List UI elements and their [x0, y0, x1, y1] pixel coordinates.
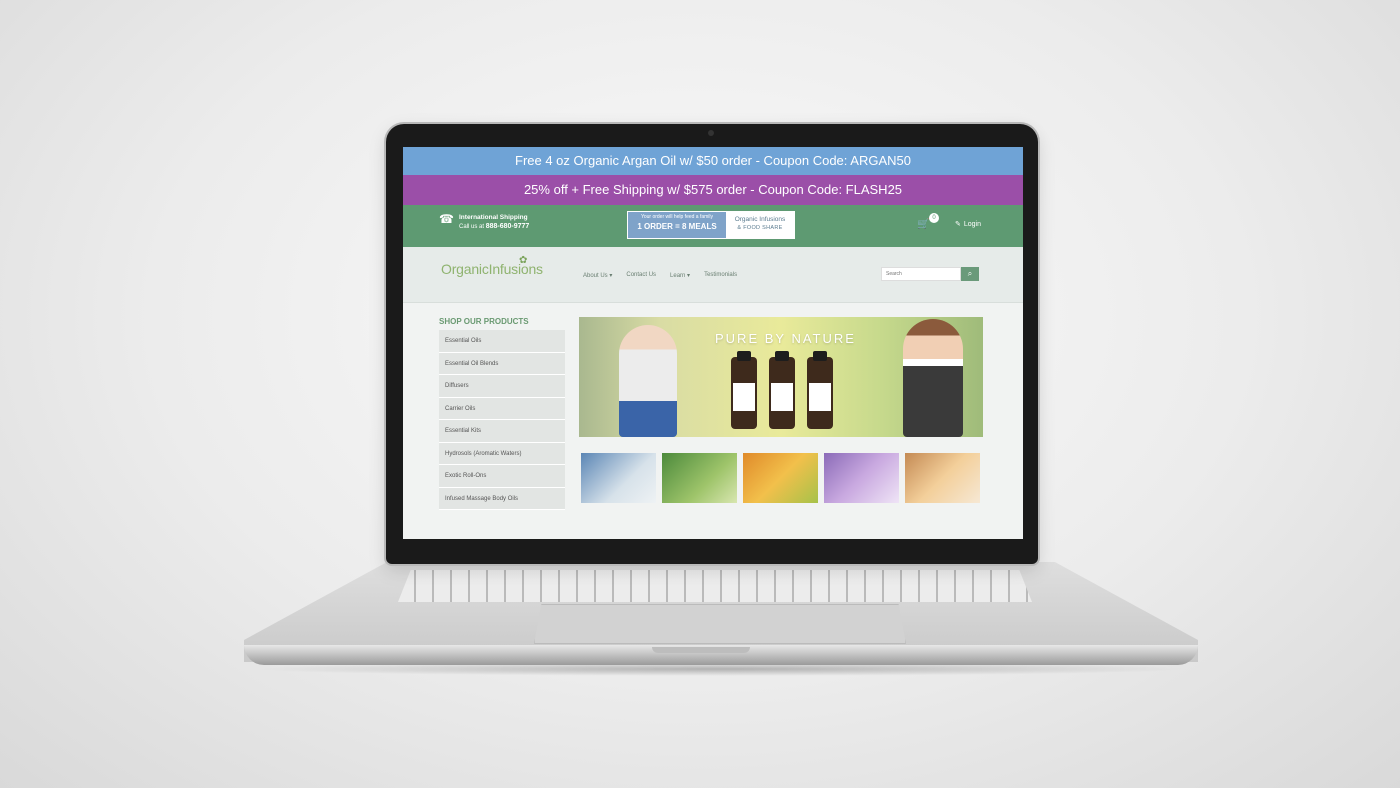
hero-banner[interactable]: PURE BY NATURE: [579, 317, 983, 437]
laptop-notch: [652, 647, 750, 653]
phone-icon: ☎: [439, 212, 454, 226]
nav-about[interactable]: About Us ▾: [583, 272, 612, 279]
product-thumbnail[interactable]: [905, 453, 980, 503]
laptop-trackpad: [534, 604, 906, 644]
product-thumbnail[interactable]: [743, 453, 818, 503]
site-logo[interactable]: OrganicInfusions ✿: [441, 255, 543, 277]
cart-button[interactable]: 🛒 0: [917, 213, 939, 230]
nav-contact[interactable]: Contact Us: [626, 272, 656, 279]
product-thumbnail[interactable]: [662, 453, 737, 503]
product-sidebar: SHOP OUR PRODUCTS Essential Oils Essenti…: [439, 317, 565, 510]
product-thumbnail[interactable]: [581, 453, 656, 503]
promo-small-text: Your order will help feed a family: [640, 214, 714, 220]
webcam-icon: [708, 130, 714, 136]
pencil-icon: ✎: [955, 221, 961, 228]
logo-main: Organic: [441, 261, 489, 277]
food-share-promo[interactable]: Your order will help feed a family 1 ORD…: [627, 211, 795, 239]
product-bottle: [731, 351, 757, 429]
shipping-info: ☎ International Shipping Call us at 888-…: [439, 213, 529, 232]
promo-big-text: 1 ORDER = 8 MEALS: [637, 222, 717, 231]
product-thumbnails: [581, 453, 980, 503]
leaf-icon: ✿: [519, 255, 528, 266]
main-content: SHOP OUR PRODUCTS Essential Oils Essenti…: [403, 303, 1023, 539]
nav-links: About Us ▾ Contact Us Learn ▾ Testimonia…: [583, 272, 737, 279]
main-navbar: OrganicInfusions ✿ About Us ▾ Contact Us…: [403, 247, 1023, 303]
sidebar-item-massage-body-oils[interactable]: Infused Massage Body Oils: [439, 487, 565, 510]
search-input[interactable]: [881, 267, 961, 281]
logo-accent: Infusions: [488, 261, 543, 277]
product-bottle: [807, 351, 833, 429]
sidebar-item-hydrosols[interactable]: Hydrosols (Aromatic Waters): [439, 442, 565, 465]
phone-number[interactable]: 888-680-9777: [486, 223, 530, 230]
promo-banner-argan[interactable]: Free 4 oz Organic Argan Oil w/ $50 order…: [403, 147, 1023, 175]
product-bottle: [769, 351, 795, 429]
sidebar-title: SHOP OUR PRODUCTS: [439, 317, 529, 326]
cart-icon: 🛒: [917, 219, 930, 230]
sidebar-item-diffusers[interactable]: Diffusers: [439, 375, 565, 398]
laptop-keyboard: [398, 570, 1032, 602]
shipping-title: International Shipping: [459, 214, 528, 221]
hero-title: PURE BY NATURE: [715, 331, 856, 346]
search-bar: ⌕: [881, 267, 979, 281]
sidebar-item-essential-oil-blends[interactable]: Essential Oil Blends: [439, 352, 565, 375]
sidebar-item-carrier-oils[interactable]: Carrier Oils: [439, 397, 565, 420]
cart-count-badge: 0: [929, 213, 939, 223]
product-thumbnail[interactable]: [824, 453, 899, 503]
search-icon: ⌕: [967, 269, 973, 278]
laptop-screen: Free 4 oz Organic Argan Oil w/ $50 order…: [403, 147, 1023, 539]
nav-learn[interactable]: Learn ▾: [670, 272, 690, 279]
promo-brand: Organic Infusions: [734, 216, 786, 223]
sidebar-item-essential-kits[interactable]: Essential Kits: [439, 420, 565, 443]
login-link[interactable]: ✎ Login: [955, 220, 982, 229]
search-button[interactable]: ⌕: [961, 267, 979, 281]
nav-testimonials[interactable]: Testimonials: [704, 272, 737, 279]
promo-brand-sub: & FOOD SHARE: [737, 225, 783, 231]
hero-image-gardener: [903, 319, 963, 437]
promo-banner-flash[interactable]: 25% off + Free Shipping w/ $575 order - …: [403, 175, 1023, 205]
hero-image-runner: [619, 325, 677, 437]
login-label: Login: [963, 220, 982, 228]
call-prefix: Call us at: [459, 224, 485, 230]
sidebar-item-essential-oils[interactable]: Essential Oils: [439, 330, 565, 353]
sidebar-item-exotic-roll-ons[interactable]: Exotic Roll-Ons: [439, 465, 565, 488]
utility-header: ☎ International Shipping Call us at 888-…: [403, 205, 1023, 247]
